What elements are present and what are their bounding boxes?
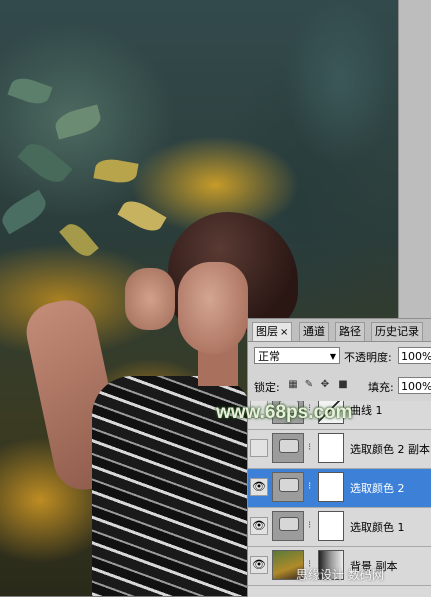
- adjustment-thumb: [272, 472, 304, 502]
- leaf: [59, 219, 99, 261]
- opacity-input[interactable]: 100%: [398, 347, 431, 364]
- opacity-label: 不透明度:: [344, 351, 392, 364]
- close-icon[interactable]: ×: [280, 327, 288, 338]
- layer-row[interactable]: ⁝ 选取颜色 2 副本: [248, 430, 431, 469]
- link-icon: ⁝: [308, 520, 312, 531]
- eye-icon[interactable]: 👁: [250, 517, 268, 535]
- tab-label: 图层: [256, 325, 278, 338]
- leaf: [7, 73, 53, 109]
- eye-icon[interactable]: 👁: [250, 478, 268, 496]
- tab-label: 通道: [303, 325, 325, 338]
- lock-label: 锁定:: [254, 381, 280, 394]
- blend-mode-select[interactable]: 正常 ▼: [254, 347, 340, 364]
- fill-label: 填充:: [368, 381, 394, 394]
- link-icon: ⁝: [308, 442, 312, 453]
- woman-face: [178, 262, 248, 354]
- tab-layers[interactable]: 图层 ×: [252, 322, 293, 341]
- lock-row: 锁定: ▦ ✎ ✥ ■ 填充: 100%: [248, 375, 431, 397]
- fill-input[interactable]: 100%: [398, 377, 431, 394]
- leaf: [52, 104, 104, 140]
- woman-hand: [125, 268, 175, 330]
- layer-mask-thumb: [318, 433, 344, 463]
- tab-channels[interactable]: 通道: [299, 322, 329, 341]
- adjustment-icon: [279, 439, 299, 453]
- link-icon: ⁝: [308, 481, 312, 492]
- layer-name: 选取颜色 2: [350, 482, 405, 495]
- leaf: [17, 136, 73, 190]
- layer-mask-thumb: [318, 472, 344, 502]
- leaf: [117, 195, 167, 237]
- leaf: [93, 156, 139, 186]
- layer-row[interactable]: 👁 ⁝ 选取颜色 1: [248, 508, 431, 547]
- blend-row: 正常 ▼ 不透明度: 100%: [248, 345, 431, 367]
- site-watermark: www.68ps.com: [216, 402, 353, 423]
- layer-name: 选取颜色 2 副本: [350, 443, 430, 456]
- lock-move-icon[interactable]: ✥: [320, 379, 330, 390]
- adjustment-icon: [279, 478, 299, 492]
- layer-mask-thumb: [318, 511, 344, 541]
- layer-row-selected[interactable]: 👁 ⁝ 选取颜色 2: [248, 469, 431, 508]
- corner-watermark: 思缘设计 数码网: [296, 568, 384, 582]
- lock-all-icon[interactable]: ■: [338, 379, 348, 390]
- visibility-toggle[interactable]: [250, 439, 268, 457]
- adjustment-icon: [279, 517, 299, 531]
- tab-history[interactable]: 历史记录: [371, 322, 423, 341]
- adjustment-thumb: [272, 433, 304, 463]
- layers-panel: 图层 × 通道 路径 历史记录 正常 ▼ 不透明度: 100% 锁定: ▦ ✎ ✥…: [247, 318, 431, 597]
- leaf: [0, 189, 51, 235]
- lock-transparency-icon[interactable]: ▦: [288, 379, 298, 390]
- layer-name: 选取颜色 1: [350, 521, 405, 534]
- lock-paint-icon[interactable]: ✎: [304, 379, 314, 390]
- eye-icon[interactable]: 👁: [250, 556, 268, 574]
- tab-label: 历史记录: [375, 325, 419, 338]
- adjustment-thumb: [272, 511, 304, 541]
- tab-label: 路径: [339, 325, 361, 338]
- blend-mode-value: 正常: [258, 350, 280, 363]
- workspace-gray-area: [398, 0, 431, 318]
- tab-paths[interactable]: 路径: [335, 322, 365, 341]
- panel-tabs: 图层 × 通道 路径 历史记录: [248, 319, 431, 342]
- chevron-down-icon: ▼: [329, 352, 336, 361]
- layer-name: 曲线 1: [350, 404, 383, 417]
